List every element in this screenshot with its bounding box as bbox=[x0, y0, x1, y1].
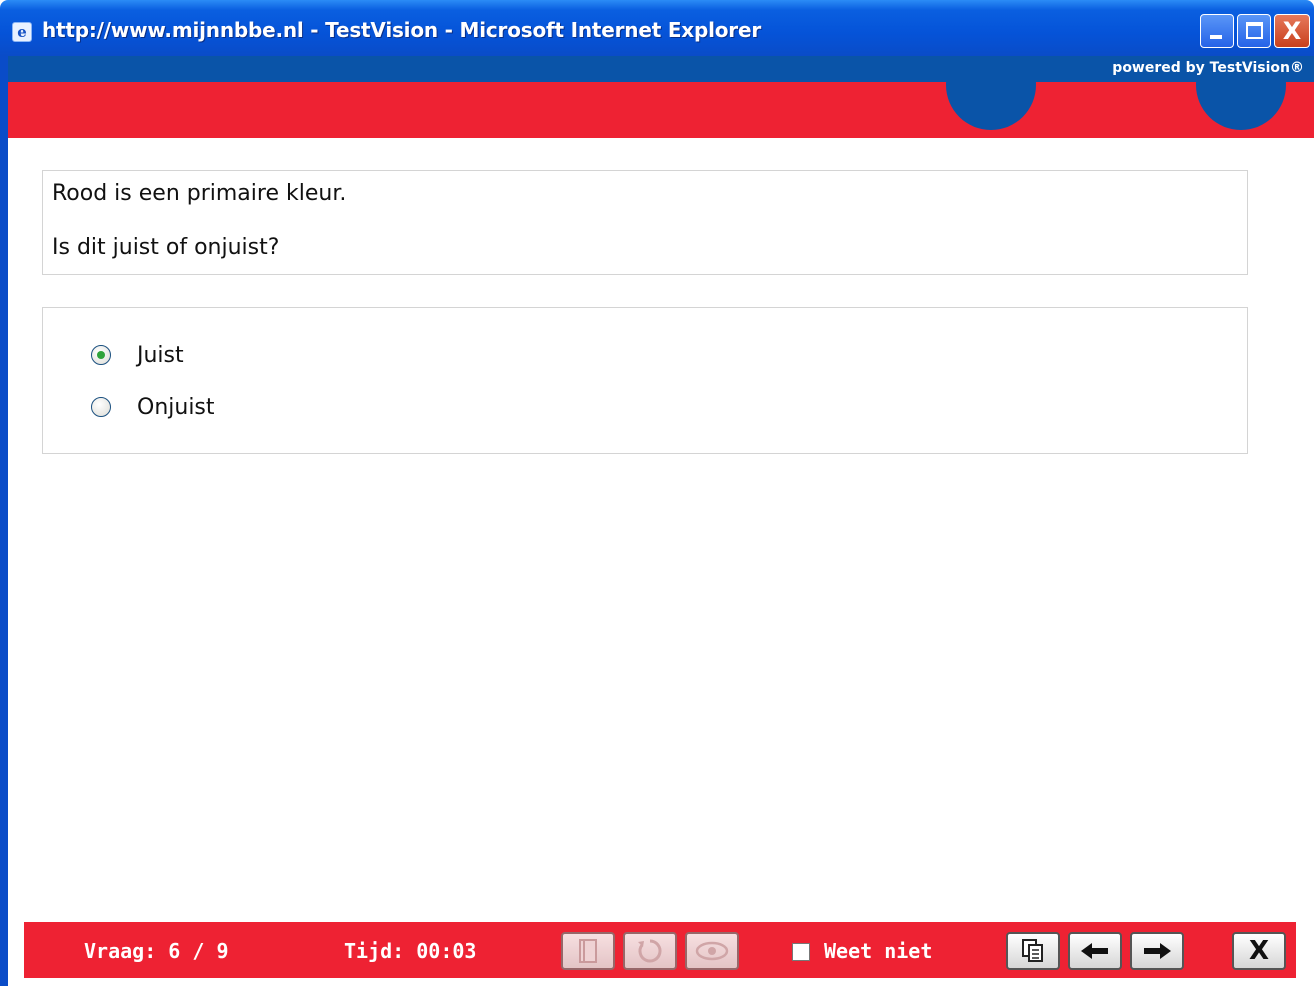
answer-option-juist[interactable]: Juist bbox=[91, 340, 184, 370]
powered-by-label: powered by TestVision® bbox=[1112, 60, 1304, 76]
maximize-icon bbox=[1246, 22, 1263, 39]
weet-niet-label: Weet niet bbox=[824, 939, 933, 963]
minimize-icon bbox=[1210, 35, 1222, 39]
window-title: http://www.mijnnbbe.nl - TestVision - Mi… bbox=[42, 18, 761, 42]
bottom-toolbar: Vraag: 6 / 9 Tijd: 00:03 Weet niet X bbox=[24, 922, 1296, 978]
window-titlebar: e http://www.mijnnbbe.nl - TestVision - … bbox=[0, 0, 1314, 56]
answer-option-onjuist[interactable]: Onjuist bbox=[91, 392, 215, 422]
minimize-button[interactable] bbox=[1200, 14, 1234, 48]
weet-niet-checkbox[interactable] bbox=[792, 943, 810, 961]
next-button[interactable] bbox=[1130, 932, 1184, 970]
exit-test-button[interactable]: X bbox=[1232, 932, 1286, 970]
answer-label: Onjuist bbox=[137, 394, 215, 420]
arrow-left-icon bbox=[1081, 943, 1108, 959]
question-counter: Vraag: 6 / 9 bbox=[84, 939, 229, 963]
radio-onjuist[interactable] bbox=[91, 397, 111, 417]
answer-label: Juist bbox=[137, 342, 184, 368]
window-close-button[interactable]: X bbox=[1274, 14, 1310, 48]
previous-button[interactable] bbox=[1068, 932, 1122, 970]
question-box: Rood is een primaire kleur. Is dit juist… bbox=[42, 170, 1248, 275]
overview-icon bbox=[1022, 939, 1043, 962]
radio-juist[interactable] bbox=[91, 345, 111, 365]
book-button[interactable] bbox=[561, 932, 615, 970]
book-icon bbox=[579, 939, 597, 963]
question-prompt: Is dit juist of onjuist? bbox=[52, 235, 280, 260]
question-statement: Rood is een primaire kleur. bbox=[52, 181, 347, 206]
eye-icon bbox=[695, 941, 729, 961]
reset-button[interactable] bbox=[623, 932, 677, 970]
maximize-button[interactable] bbox=[1237, 14, 1271, 48]
close-icon: X bbox=[1248, 936, 1270, 966]
answers-box: Juist Onjuist bbox=[42, 307, 1248, 454]
arrow-right-icon bbox=[1144, 943, 1171, 959]
close-icon: X bbox=[1282, 17, 1302, 45]
reset-icon bbox=[638, 939, 662, 963]
overview-button[interactable] bbox=[1006, 932, 1060, 970]
preview-button[interactable] bbox=[685, 932, 739, 970]
timer: Tijd: 00:03 bbox=[344, 939, 477, 963]
header-red-band bbox=[8, 82, 1314, 138]
ie-logo-icon: e bbox=[12, 22, 32, 42]
